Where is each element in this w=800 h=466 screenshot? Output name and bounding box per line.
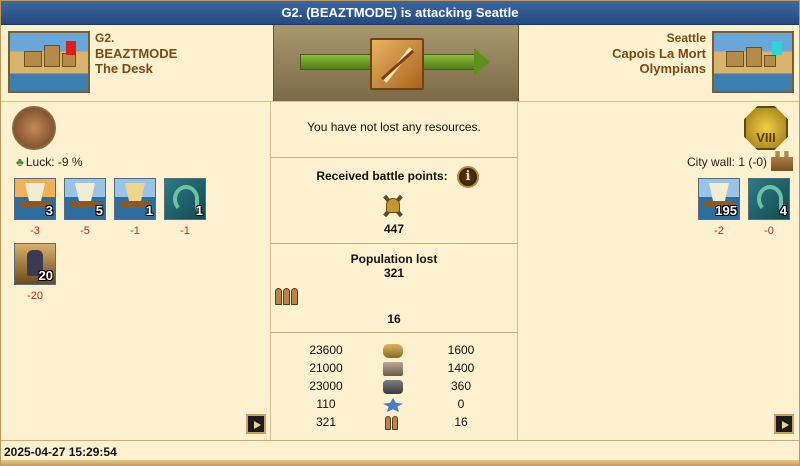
battle-report: G2. (BEAZTMODE) is attacking Seattle G2.… <box>0 0 800 466</box>
resource-defender-value: 16 <box>454 415 468 429</box>
resources-table: 23600 1600 21000 1400 23000 360 110 0 32… <box>271 333 517 440</box>
population-icon <box>275 286 299 306</box>
report-header: G2. BEAZTMODE The Desk Seattle Capois La… <box>1 25 799 102</box>
stone-icon <box>383 362 403 376</box>
resource-attacker-value: 23600 <box>309 343 343 357</box>
resource-attacker-value: 23000 <box>309 379 343 393</box>
red-flag-icon <box>66 41 76 55</box>
resource-defender-value: 1600 <box>447 343 475 357</box>
unit-sea-monster[interactable]: 4 <box>748 178 790 220</box>
unit-transport-boat[interactable]: 5 <box>64 178 106 220</box>
population-lost-defender: 16 <box>387 312 401 326</box>
defender-town-link[interactable]: Seattle <box>612 31 706 46</box>
attacker-player-link[interactable]: BEAZTMODE <box>95 46 177 61</box>
unit-loss: -3 <box>30 225 40 237</box>
unit-loss: -20 <box>27 290 43 302</box>
report-title: G2. (BEAZTMODE) is attacking Seattle <box>1 1 799 25</box>
simulator-button[interactable] <box>774 414 794 434</box>
attack-banner <box>273 25 519 101</box>
unit-bireme[interactable]: 1 <box>114 178 156 220</box>
resource-defender-value: 360 <box>450 379 472 393</box>
attacker-column: ♣ Luck: -9 % 3 5 1 1 -3 -5 -1 -1 20 -20 <box>1 102 271 440</box>
unit-count: 20 <box>38 268 53 283</box>
footer-strip <box>1 460 799 465</box>
city-wall-label: City wall: 1 (-0) <box>686 155 767 169</box>
helmet-swords-icon <box>379 193 407 219</box>
arrow-right-icon <box>782 421 789 429</box>
city-wall-icon <box>771 151 793 171</box>
resource-defender-value: 1400 <box>447 361 475 375</box>
defender-player-link[interactable]: Capois La Mort <box>612 46 706 61</box>
attacker-alliance-link[interactable]: The Desk <box>95 61 177 76</box>
population-lost-label: Population lost <box>350 252 438 266</box>
hero-portrait-icon[interactable] <box>12 106 56 150</box>
attacker-town-link[interactable]: G2. <box>95 31 177 46</box>
resource-row: 321 16 <box>271 415 517 433</box>
simulator-button[interactable] <box>246 414 266 434</box>
luck-indicator: ♣ Luck: -9 % <box>16 155 83 169</box>
battle-points-section: Received battle points: i 447 <box>271 158 517 244</box>
summary-column: You have not lost any resources. Receive… <box>271 102 518 440</box>
unit-loss: -5 <box>80 225 90 237</box>
unit-count: 4 <box>779 203 787 218</box>
resource-row: 110 0 <box>271 397 517 415</box>
resource-defender-value: 0 <box>457 397 465 411</box>
clover-icon: ♣ <box>16 155 24 169</box>
unit-chariot[interactable]: 20 <box>14 243 56 285</box>
resources-lost-section: You have not lost any resources. <box>271 102 517 158</box>
unit-fire-ship[interactable]: 3 <box>14 178 56 220</box>
unit-count: 3 <box>45 203 53 218</box>
resource-attacker-value: 21000 <box>309 361 343 375</box>
arrow-right-icon <box>254 421 261 429</box>
battle-points-value: 447 <box>383 222 405 236</box>
cyan-flag-icon <box>772 41 782 55</box>
defender-town-image[interactable] <box>712 31 794 93</box>
unit-count: 195 <box>715 203 737 218</box>
favor-icon <box>383 398 403 412</box>
resource-row: 23600 1600 <box>271 343 517 361</box>
defender-column: VIII City wall: 1 (-0) 195 4 -2 -0 <box>518 102 799 440</box>
population-icon <box>383 416 403 430</box>
wood-icon <box>383 344 403 358</box>
attack-type-icon <box>370 38 424 90</box>
unit-count: 1 <box>195 203 203 218</box>
unit-transport-boat[interactable]: 195 <box>698 178 740 220</box>
unit-loss: -1 <box>180 225 190 237</box>
attacker-info: G2. BEAZTMODE The Desk <box>95 31 177 76</box>
population-lost-section: Population lost 321 16 <box>271 244 517 333</box>
unit-loss: -2 <box>714 225 724 237</box>
attacker-town-image[interactable] <box>8 31 90 93</box>
god-badge-icon[interactable]: VIII <box>744 106 788 150</box>
defender-alliance-link[interactable]: Olympians <box>612 61 706 76</box>
unit-loss: -0 <box>764 225 774 237</box>
silver-icon <box>383 380 403 394</box>
resource-row: 21000 1400 <box>271 361 517 379</box>
population-lost-attacker: 321 <box>383 266 405 280</box>
resource-attacker-value: 110 <box>316 397 336 411</box>
unit-loss: -1 <box>130 225 140 237</box>
resources-lost-text: You have not lost any resources. <box>307 120 481 134</box>
luck-label: Luck: -9 % <box>25 155 83 169</box>
defender-info: Seattle Capois La Mort Olympians <box>612 31 706 76</box>
info-icon[interactable]: i <box>457 166 479 188</box>
resource-attacker-value: 321 <box>315 415 337 429</box>
unit-count: 1 <box>145 203 153 218</box>
resource-row: 23000 360 <box>271 379 517 397</box>
unit-count: 5 <box>95 203 103 218</box>
unit-sea-monster[interactable]: 1 <box>164 178 206 220</box>
